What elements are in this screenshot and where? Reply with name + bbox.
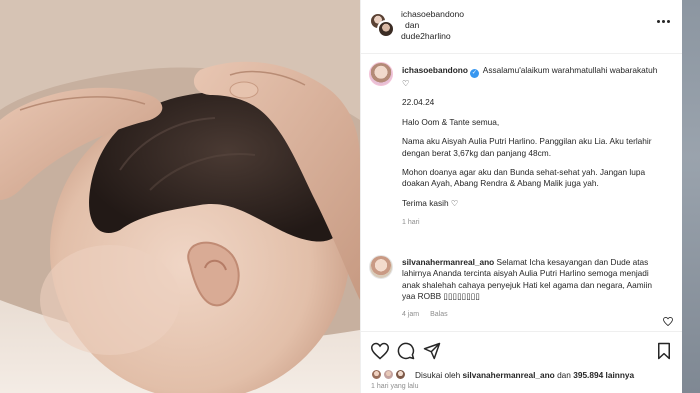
post-caption: ichasoebandono ✓ Assalamu'alaikum warahma… (402, 65, 664, 229)
caption-line: Nama aku Aisyah Aulia Putri Harlino. Pan… (402, 136, 652, 158)
collab-avatars[interactable] (369, 12, 395, 38)
caption-timestamp[interactable]: 1 hari (402, 217, 664, 228)
post-panel: ichasoebandono dan dude2harlino ichasoeb… (360, 0, 683, 393)
likes-count[interactable]: 395.894 (573, 370, 603, 380)
comment-item: silvanahermanreal_ano Selamat Icha kesay… (402, 257, 652, 320)
likes-summary[interactable]: Disukai oleh silvanahermanreal_ano dan 3… (371, 369, 634, 381)
newborn-photo-illustration (0, 0, 360, 393)
background-edge (682, 0, 700, 393)
caption-line: 22.04.24 (402, 97, 435, 108)
verified-icon: ✓ (469, 69, 479, 78)
username-link[interactable]: dude2harlino (401, 31, 464, 42)
comments-scroll-area[interactable]: ichasoebandono ✓ Assalamu'alaikum warahma… (361, 55, 683, 331)
avatar[interactable] (369, 255, 393, 279)
caption-line: Mohon doanya agar aku dan Bunda sehat-se… (402, 167, 646, 189)
post-photo (0, 0, 360, 393)
caption-username[interactable]: ichasoebandono (402, 65, 468, 75)
caption-line: Halo Oom & Tante semua, (402, 116, 500, 127)
conjunction-text: dan (405, 20, 420, 30)
reply-button[interactable]: Balas (430, 311, 448, 318)
post-timestamp[interactable]: 1 hari yang lalu (371, 383, 418, 390)
likes-prefix: Disukai oleh (415, 370, 461, 380)
post-header: ichasoebandono dan dude2harlino (361, 0, 683, 54)
avatar[interactable] (377, 20, 395, 38)
caption-line: Terima kasih ♡ (402, 197, 459, 208)
comment-like-icon[interactable] (663, 317, 673, 326)
comment-username[interactable]: silvanahermanreal_ano (402, 257, 494, 267)
likes-suffix[interactable]: lainnya (606, 370, 635, 380)
bookmark-icon[interactable] (655, 342, 673, 360)
post-actions: Disukai oleh silvanahermanreal_ano dan 3… (361, 331, 683, 393)
comment-icon[interactable] (397, 342, 415, 360)
likes-conjunction: dan (557, 370, 571, 380)
share-icon[interactable] (423, 342, 441, 360)
avatar[interactable] (369, 62, 393, 86)
collab-usernames: ichasoebandono dan dude2harlino (401, 9, 464, 42)
comment-timestamp[interactable]: 4 jam (402, 311, 419, 318)
likes-user[interactable]: silvanahermanreal_ano (463, 370, 555, 380)
liker-avatars (371, 369, 411, 380)
more-icon[interactable] (657, 20, 671, 24)
heart-icon[interactable] (371, 342, 389, 360)
username-link[interactable]: ichasoebandono (401, 9, 464, 20)
